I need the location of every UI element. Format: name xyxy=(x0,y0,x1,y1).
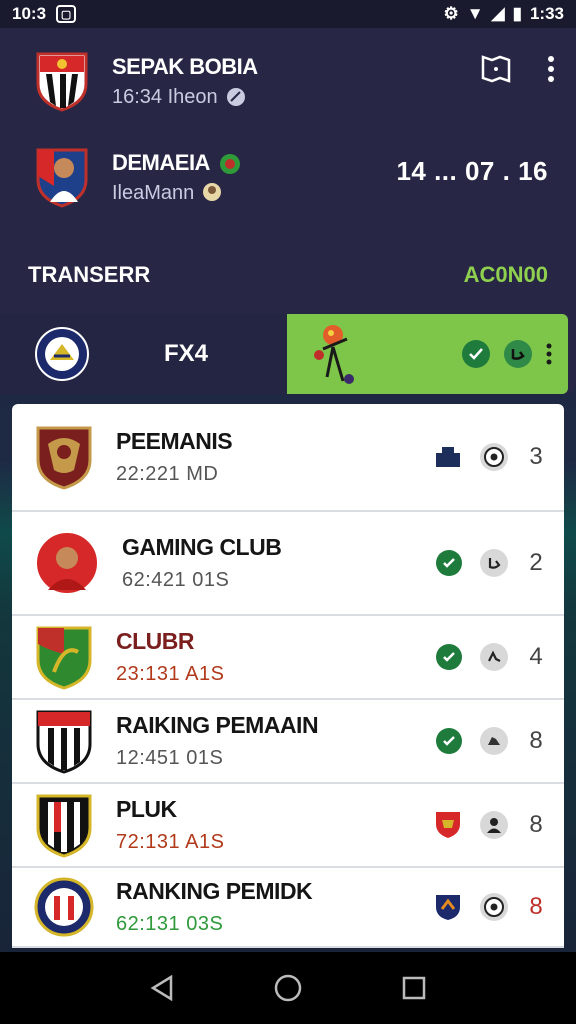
team1-sub-text: 16:34 Iheon xyxy=(112,85,218,108)
club-time: 22:221 MD xyxy=(116,463,219,485)
verified-badge-icon xyxy=(219,153,240,174)
status-bar: 10:3 ▢ ⚙ ▼ ◢ ▮ 1:33 xyxy=(0,0,576,28)
status-time: 10:3 xyxy=(12,4,47,23)
transfer-value[interactable]: AC0N00 xyxy=(464,262,548,288)
status-clock: 1:33 xyxy=(529,4,564,23)
club-rank: 2 xyxy=(529,549,543,576)
fixture-tab[interactable]: FX4 xyxy=(0,314,287,394)
club-time: 72:131 A1S xyxy=(116,831,225,853)
signal-icon: ◢ xyxy=(491,4,505,23)
club-rank: 3 xyxy=(529,443,543,470)
panel-actions xyxy=(462,340,568,368)
match-score: 14 ... 07 . 16 xyxy=(396,156,548,186)
fixture-label: FX4 xyxy=(164,340,209,367)
ranking-list: PEEMANIS 22:221 MD 3 GAMING CLUB 62:421 … xyxy=(12,404,564,948)
match-header-card: SEPAK BOBIA 16:34 Iheon DEMAEIA IleaMann… xyxy=(0,28,576,394)
player-icon[interactable] xyxy=(480,811,508,839)
club-crest-icon xyxy=(36,794,92,858)
list-item[interactable]: CLUBR 23:131 A1S 4 xyxy=(12,616,564,700)
team2-subtitle: IleaMann xyxy=(112,182,241,205)
club-name: PLUK xyxy=(116,796,177,822)
team1-crest-icon xyxy=(36,52,88,112)
team1-row[interactable]: SEPAK BOBIA 16:34 Iheon xyxy=(34,50,258,112)
football-icon[interactable] xyxy=(480,893,508,921)
list-item[interactable]: PLUK 72:131 A1S 8 xyxy=(12,784,564,868)
club-rank: 4 xyxy=(529,643,543,670)
mascot-icon xyxy=(314,325,354,384)
more-options-icon[interactable] xyxy=(546,54,556,84)
active-match-panel[interactable] xyxy=(287,314,568,394)
club-name: RANKING PEMIDK xyxy=(116,878,313,904)
club-time: 62:421 01S xyxy=(122,569,230,591)
home-icon[interactable] xyxy=(274,974,302,1002)
club-name: GAMING CLUB xyxy=(122,534,282,560)
club-name: RAIKING PEMAAIN xyxy=(116,712,319,738)
football-icon[interactable] xyxy=(480,443,508,471)
back-icon[interactable] xyxy=(149,974,175,1002)
badge-icon[interactable] xyxy=(434,893,462,921)
vibrate-icon: ⚙ xyxy=(443,4,459,23)
player-avatar-icon xyxy=(35,531,99,595)
boot-icon[interactable] xyxy=(504,340,532,368)
notification-icon: ▢ xyxy=(56,5,77,23)
check-icon[interactable] xyxy=(462,340,490,368)
check-icon[interactable] xyxy=(436,550,462,576)
kit-icon[interactable] xyxy=(434,445,462,469)
team1-subtitle: 16:34 Iheon xyxy=(112,86,258,109)
team2-sub-text: IleaMann xyxy=(112,181,195,204)
fixture-strip: FX4 xyxy=(0,314,576,394)
list-item[interactable]: PEEMANIS 22:221 MD 3 xyxy=(12,404,564,512)
shield-icon[interactable] xyxy=(434,810,462,840)
map-icon[interactable] xyxy=(480,54,512,84)
wifi-icon: ▼ xyxy=(466,4,484,23)
ball-icon xyxy=(226,88,245,106)
club-crest-icon xyxy=(34,877,94,937)
boot-icon[interactable] xyxy=(480,549,508,577)
club-rank: 8 xyxy=(529,727,543,754)
list-item[interactable]: RAIKING PEMAAIN 12:451 01S 8 xyxy=(12,700,564,784)
boot-icon[interactable] xyxy=(480,643,508,671)
club-crest-icon xyxy=(36,626,92,690)
kit-icon[interactable] xyxy=(480,727,508,755)
club-rank: 8 xyxy=(529,811,543,838)
transfer-label: TRANSERR xyxy=(28,262,151,287)
header-actions xyxy=(480,54,556,84)
club-crest-icon xyxy=(36,426,92,490)
list-item[interactable]: RANKING PEMIDK 62:131 03S 8 xyxy=(12,868,564,948)
club-time: 62:131 03S xyxy=(116,913,224,935)
club-rank: 8 xyxy=(529,893,543,920)
team2-name-text: DEMAEIA xyxy=(112,149,210,175)
navigation-bar xyxy=(0,952,576,1024)
check-icon[interactable] xyxy=(436,728,462,754)
club-time: 12:451 01S xyxy=(116,747,224,769)
team2-name: DEMAEIA xyxy=(112,150,241,176)
player-icon xyxy=(203,183,222,201)
recents-icon[interactable] xyxy=(401,975,427,1001)
check-icon[interactable] xyxy=(436,644,462,670)
list-item[interactable]: GAMING CLUB 62:421 01S 2 xyxy=(12,512,564,616)
club-time: 23:131 A1S xyxy=(116,663,225,685)
league-crest-icon xyxy=(35,327,89,381)
team2-crest-icon xyxy=(36,148,88,208)
team1-name: SEPAK BOBIA xyxy=(112,53,258,79)
panel-more-icon[interactable] xyxy=(546,342,552,366)
club-crest-icon xyxy=(36,710,92,774)
club-name: CLUBR xyxy=(116,628,195,654)
team2-row[interactable]: DEMAEIA IleaMann xyxy=(34,146,241,208)
club-name: PEEMANIS xyxy=(116,428,233,454)
battery-icon: ▮ xyxy=(512,4,522,23)
